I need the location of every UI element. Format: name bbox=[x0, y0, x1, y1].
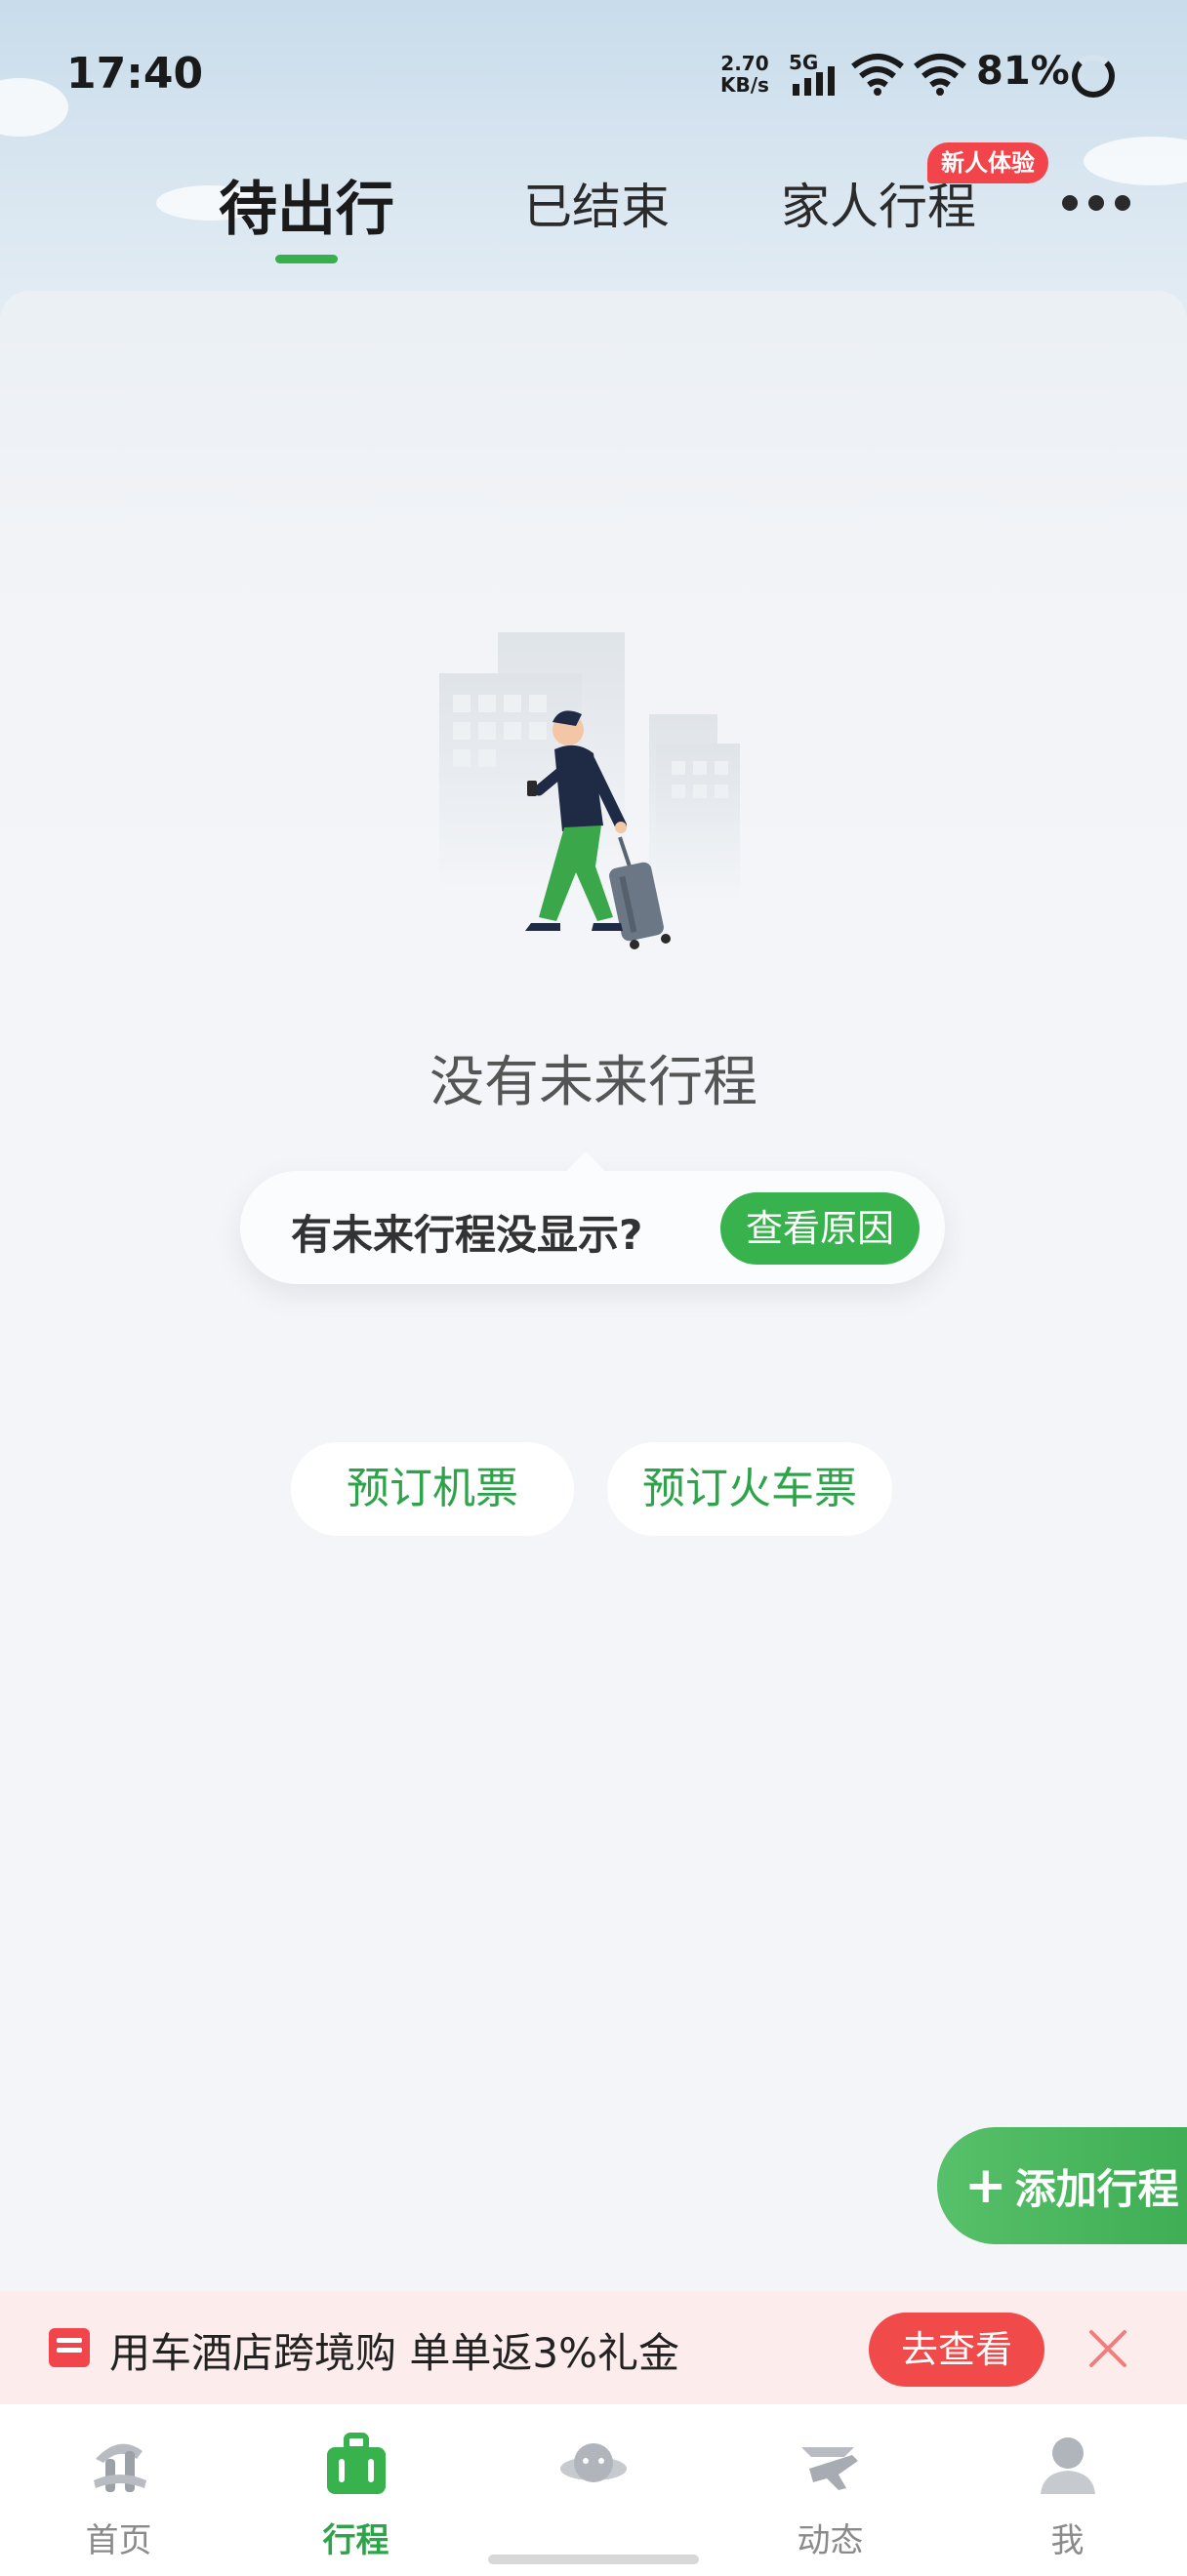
home-indicator[interactable] bbox=[488, 2555, 699, 2564]
battery-icon bbox=[1072, 55, 1115, 98]
book-train-button[interactable]: 预订火车票 bbox=[607, 1442, 892, 1536]
home-icon bbox=[94, 2443, 146, 2492]
plus-icon: + bbox=[964, 2156, 1007, 2215]
flight-status-icon bbox=[801, 2447, 858, 2490]
status-bar: 17:40 2.70 KB/s 5G 81% bbox=[0, 0, 1187, 146]
wifi-icon bbox=[914, 54, 966, 96]
coupon-icon bbox=[49, 2328, 90, 2367]
nav-updates[interactable]: 动态 bbox=[712, 2404, 949, 2576]
suitcase-icon bbox=[327, 2433, 386, 2494]
status-time: 17:40 bbox=[66, 49, 204, 99]
promo-banner: 用车酒店跨境购 单单返3%礼金 去查看 bbox=[0, 2291, 1187, 2404]
cellular-signal-icon bbox=[793, 66, 835, 96]
tab-upcoming[interactable]: 待出行 bbox=[219, 162, 394, 247]
add-trip-button[interactable]: + 添加行程 bbox=[937, 2127, 1187, 2244]
active-tab-indicator bbox=[275, 255, 338, 263]
wifi-icon bbox=[851, 54, 904, 96]
nav-trips[interactable]: 行程 bbox=[237, 2404, 474, 2576]
nav-trips-label: 行程 bbox=[322, 2521, 389, 2560]
planet-icon bbox=[560, 2443, 627, 2482]
new-user-badge: 新人体验 bbox=[927, 142, 1048, 183]
add-trip-label: 添加行程 bbox=[1014, 2164, 1179, 2213]
nav-profile-label: 我 bbox=[1050, 2521, 1085, 2560]
nav-explore[interactable] bbox=[474, 2404, 712, 2576]
book-flight-button[interactable]: 预订机票 bbox=[291, 1442, 574, 1536]
missing-trips-hint: 有未来行程没显示? 查看原因 bbox=[240, 1171, 945, 1284]
promo-view-button[interactable]: 去查看 bbox=[869, 2313, 1044, 2387]
nav-home-label: 首页 bbox=[85, 2521, 152, 2560]
more-dot-icon bbox=[1088, 195, 1104, 211]
network-speed: 2.70 KB/s bbox=[720, 52, 769, 97]
promo-text: 用车酒店跨境购 单单返3%礼金 bbox=[109, 2329, 679, 2377]
profile-icon bbox=[1041, 2437, 1095, 2494]
more-dot-icon bbox=[1115, 195, 1130, 211]
empty-state-title: 没有未来行程 bbox=[430, 1051, 757, 1114]
missing-trips-hint-text: 有未来行程没显示? bbox=[291, 1211, 643, 1259]
nav-profile[interactable]: 我 bbox=[949, 2404, 1186, 2576]
nav-updates-label: 动态 bbox=[797, 2521, 864, 2560]
more-dot-icon bbox=[1062, 195, 1078, 211]
trips-screen: 17:40 2.70 KB/s 5G 81% 待出行 已结束 家人行程 新人体验… bbox=[0, 0, 1187, 2576]
traveler-illustration bbox=[439, 632, 740, 949]
nav-home[interactable]: 首页 bbox=[0, 2404, 237, 2576]
tab-finished[interactable]: 已结束 bbox=[523, 168, 670, 238]
bottom-navigation: 首页 行程 动态 我 bbox=[0, 2404, 1187, 2576]
battery-percentage: 81% bbox=[976, 49, 1070, 94]
trips-content-card bbox=[0, 291, 1187, 2291]
more-options-button[interactable] bbox=[1062, 191, 1130, 215]
close-icon[interactable] bbox=[1085, 2326, 1130, 2371]
view-reason-button[interactable]: 查看原因 bbox=[720, 1192, 920, 1265]
